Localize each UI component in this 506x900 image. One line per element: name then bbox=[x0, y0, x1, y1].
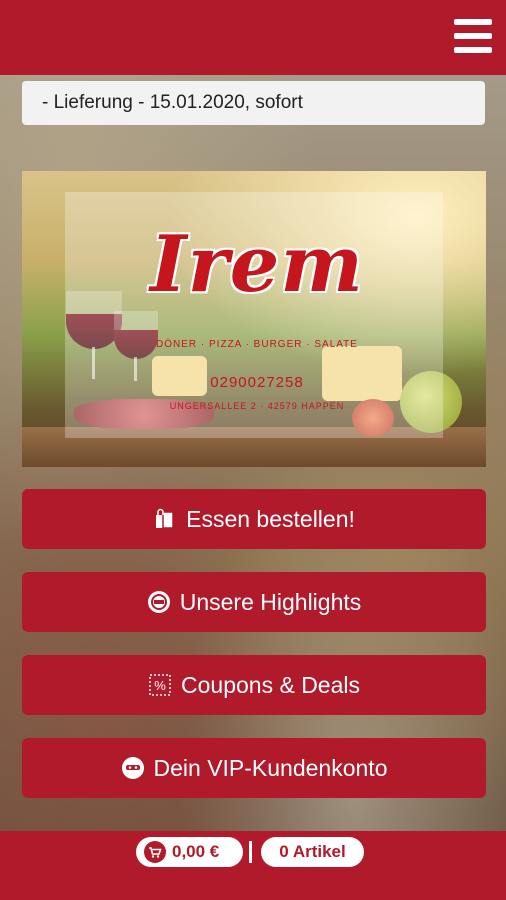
cart-icon bbox=[144, 841, 166, 863]
vip-mask-icon bbox=[121, 756, 145, 780]
delivery-time-selector[interactable]: - Lieferung - 15.01.2020, sofort bbox=[22, 81, 485, 125]
hero-banner: Irem DÖNER · PIZZA · BURGER · SALATE 029… bbox=[22, 171, 486, 467]
brand-tagline: DÖNER · PIZZA · BURGER · SALATE bbox=[156, 339, 358, 350]
app-header bbox=[0, 0, 506, 75]
highlights-button[interactable]: Unsere Highlights bbox=[22, 572, 486, 632]
hamburger-menu-icon[interactable] bbox=[454, 19, 492, 53]
cart-items-pill[interactable]: 0 Artikel bbox=[261, 837, 364, 867]
cart-footer: 0,00 € 0 Artikel bbox=[0, 831, 506, 900]
brand-phone: 0290027258 bbox=[210, 374, 304, 391]
svg-text:%: % bbox=[154, 678, 166, 693]
brand-address: UNGERSALLEE 2 · 42579 HAPPEN bbox=[169, 401, 345, 411]
coupon-scissors-icon: % bbox=[148, 673, 172, 697]
coupons-button[interactable]: % Coupons & Deals bbox=[22, 655, 486, 715]
brand-logo: Irem bbox=[150, 219, 364, 310]
cart-total-pill[interactable]: 0,00 € bbox=[136, 837, 243, 867]
vip-account-label: Dein VIP-Kundenkonto bbox=[153, 754, 388, 781]
footer-divider bbox=[249, 841, 252, 863]
shopping-bags-icon bbox=[153, 507, 177, 531]
cart-total-value: 0,00 € bbox=[172, 842, 220, 861]
coupons-label: Coupons & Deals bbox=[181, 671, 360, 698]
order-food-button[interactable]: Essen bestellen! bbox=[22, 489, 486, 549]
vip-account-button[interactable]: Dein VIP-Kundenkonto bbox=[22, 738, 486, 798]
cart-items-count: 0 Artikel bbox=[279, 842, 346, 861]
order-food-label: Essen bestellen! bbox=[186, 505, 355, 532]
seal-badge-icon bbox=[147, 590, 171, 614]
highlights-label: Unsere Highlights bbox=[179, 588, 362, 615]
